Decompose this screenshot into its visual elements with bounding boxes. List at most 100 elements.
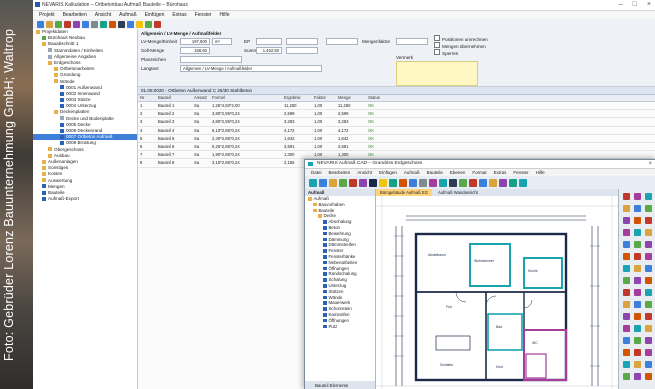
menu-item[interactable]: Ansicht <box>95 12 111 18</box>
check-row[interactable]: Positionen umrechnen <box>434 35 488 42</box>
palette-tool-icon[interactable] <box>634 253 641 260</box>
cad-tool-icon[interactable] <box>409 178 417 187</box>
cad-tool-icon[interactable] <box>429 178 437 187</box>
toolbar-button-icon[interactable] <box>154 20 161 28</box>
cad-tool-icon[interactable] <box>459 178 467 187</box>
column-header[interactable]: Ergebnis <box>282 95 312 101</box>
palette-tool-icon[interactable] <box>623 193 630 200</box>
toolbar-button-icon[interactable] <box>127 20 134 28</box>
palette-tool-icon[interactable] <box>645 193 652 200</box>
cad-tool-icon[interactable] <box>489 178 497 187</box>
cad-menu-item[interactable]: Datei <box>311 169 322 176</box>
cad-tool-icon[interactable] <box>509 178 517 187</box>
grid-body[interactable]: 1 Bauteil 1 Sa 1,25*4,50*2,00 11,250 1,00 11,2… <box>138 102 655 168</box>
menu-item[interactable]: Projekt <box>39 12 55 18</box>
toolbar-button-icon[interactable] <box>91 20 98 28</box>
palette-tool-icon[interactable] <box>634 325 641 332</box>
column-header[interactable]: Bauteil <box>156 95 192 101</box>
palette-tool-icon[interactable] <box>623 205 630 212</box>
palette-tool-icon[interactable] <box>645 325 652 332</box>
cad-tree-item[interactable]: Putz <box>305 324 375 330</box>
palette-tool-icon[interactable] <box>623 349 630 356</box>
factor2-input[interactable] <box>286 47 318 54</box>
cad-menu-item[interactable]: Extras <box>494 169 507 176</box>
tab-grundriss[interactable]: Bürogebäude Aufmaß EG <box>376 189 432 196</box>
tab-wandansicht[interactable]: Aufmaß Wandansicht <box>434 189 482 196</box>
cad-close-icon[interactable]: × <box>648 160 652 168</box>
palette-tool-icon[interactable] <box>634 241 641 248</box>
cad-tool-palette[interactable] <box>618 189 655 389</box>
table-row[interactable]: 6 Bauteil 6 Sa 5,25*2,85*0,24 3,591 1,00 3,591… <box>138 143 655 152</box>
palette-tool-icon[interactable] <box>645 265 652 272</box>
cad-tool-icon[interactable] <box>389 178 397 187</box>
column-header[interactable]: Menge <box>336 95 366 101</box>
minimize-icon[interactable]: – <box>619 1 623 8</box>
palette-tool-icon[interactable] <box>645 373 652 380</box>
palette-tool-icon[interactable] <box>634 349 641 356</box>
factor-input[interactable] <box>286 38 318 45</box>
table-row[interactable]: 4 Bauteil 4 Sa 6,10*2,85*0,24 4,172 1,00 4,172… <box>138 127 655 135</box>
mengenfaktor-input[interactable] <box>396 38 428 45</box>
palette-tool-icon[interactable] <box>645 241 652 248</box>
cad-tool-icon[interactable] <box>399 178 407 187</box>
toolbar-button-icon[interactable] <box>82 20 89 28</box>
cad-menu-item[interactable]: Bearbeiten <box>329 169 351 176</box>
toolbar-button-icon[interactable] <box>145 20 152 28</box>
menu-item[interactable]: Hilfe <box>220 12 230 18</box>
cad-tree[interactable]: Aufmaß Bauvorhaben Bauteile Decke Abschalung… <box>305 196 375 329</box>
tree-item[interactable]: Aufmaß-Export <box>33 196 137 202</box>
palette-tool-icon[interactable] <box>623 289 630 296</box>
palette-tool-icon[interactable] <box>623 313 630 320</box>
langtext-input[interactable]: Allgemein / LV-Menge / Aufmaßfelder <box>180 65 322 72</box>
palette-tool-icon[interactable] <box>645 313 652 320</box>
table-row[interactable]: 3 Bauteil 3 Sa 4,80*2,85*0,24 3,283 1,00 3,283… <box>138 118 655 127</box>
cad-panel-footer[interactable]: Bauteil Elemente <box>305 381 375 389</box>
cad-menu-item[interactable]: Ansicht <box>357 169 372 176</box>
palette-tool-icon[interactable] <box>634 337 641 344</box>
cad-tool-icon[interactable] <box>319 178 327 187</box>
drawing-canvas[interactable]: Bürogebäude Aufmaß EG Aufmaß Wandansicht <box>376 189 618 389</box>
menu-item[interactable]: Extras <box>172 12 186 18</box>
cad-menu-item[interactable]: Aufmaß <box>404 169 420 176</box>
palette-tool-icon[interactable] <box>623 301 630 308</box>
cad-tool-icon[interactable] <box>499 178 507 187</box>
column-header[interactable]: Nr <box>138 95 156 101</box>
palette-tool-icon[interactable] <box>645 229 652 236</box>
check-row[interactable]: Sperren <box>434 49 458 56</box>
cad-tool-icon[interactable] <box>359 178 367 187</box>
palette-tool-icon[interactable] <box>623 325 630 332</box>
palette-tool-icon[interactable] <box>634 289 641 296</box>
cad-menu-item[interactable]: Ebenen <box>450 169 466 176</box>
palette-tool-icon[interactable] <box>623 265 630 272</box>
cad-menu-item[interactable]: Einfügen <box>379 169 397 176</box>
palette-tool-icon[interactable] <box>645 349 652 356</box>
palette-tool-icon[interactable] <box>634 205 641 212</box>
toolbar-button-icon[interactable] <box>64 20 71 28</box>
table-row[interactable]: 5 Bauteil 5 Sa 2,40*2,85*0,24 1,642 1,00 1,642… <box>138 135 655 143</box>
palette-tool-icon[interactable] <box>645 205 652 212</box>
palette-tool-icon[interactable] <box>645 289 652 296</box>
cad-tool-icon[interactable] <box>469 178 477 187</box>
palette-tool-icon[interactable] <box>634 373 641 380</box>
toolbar-button-icon[interactable] <box>73 20 80 28</box>
vermerk-note[interactable] <box>396 61 478 86</box>
soll-menge-input[interactable]: 158,60 <box>180 47 210 54</box>
check-row[interactable]: Mengen übernehmen <box>434 42 486 49</box>
toolbar-button-icon[interactable] <box>100 20 107 28</box>
palette-tool-icon[interactable] <box>623 337 630 344</box>
cad-tool-icon[interactable] <box>349 178 357 187</box>
menu-item[interactable]: Einfügen <box>145 12 165 18</box>
palette-tool-icon[interactable] <box>623 229 630 236</box>
lv-menge-input[interactable]: 197,500 <box>180 38 210 45</box>
cad-menu-item[interactable]: Hilfe <box>536 169 545 176</box>
palette-tool-icon[interactable] <box>623 241 630 248</box>
floor-plan[interactable]: Wohnzimmer Küche Bad Flur Schlafen Kind … <box>376 196 618 389</box>
cad-tool-icon[interactable] <box>329 178 337 187</box>
palette-tool-icon[interactable] <box>634 361 641 368</box>
palette-tool-icon[interactable] <box>623 277 630 284</box>
cad-menu-item[interactable]: Fenster <box>513 169 528 176</box>
palette-tool-icon[interactable] <box>623 373 630 380</box>
palette-tool-icon[interactable] <box>634 229 641 236</box>
palette-tool-icon[interactable] <box>623 253 630 260</box>
summe-input[interactable]: 1.452,50 <box>256 47 282 54</box>
